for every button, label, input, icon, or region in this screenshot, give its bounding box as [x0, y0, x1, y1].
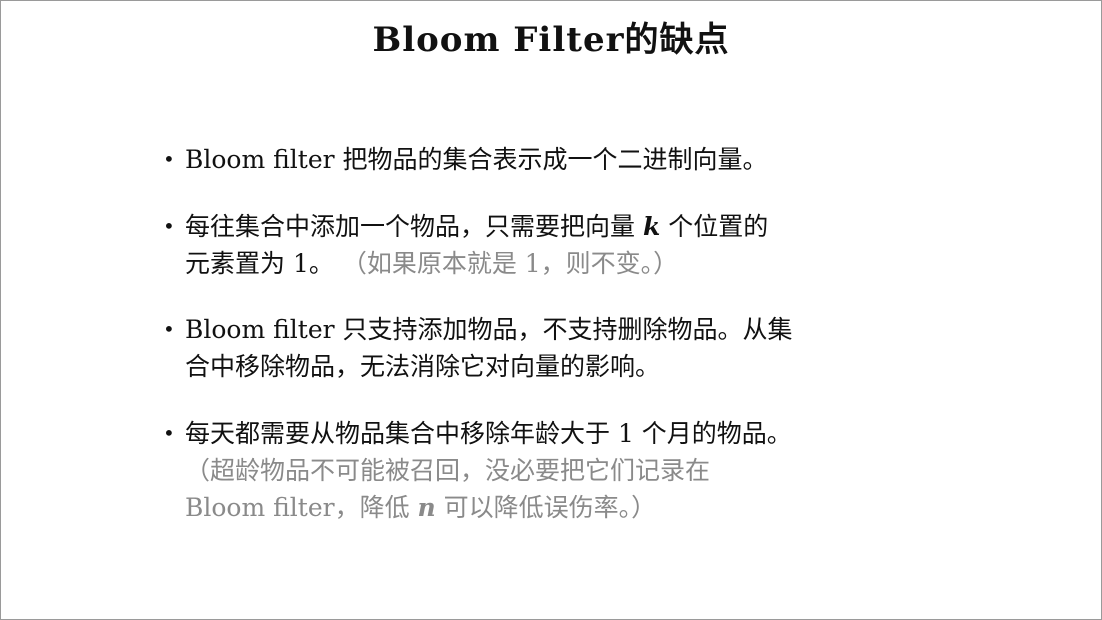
bullet-item-3: • Bloom filter 只支持添加物品，不支持删除物品。从集 合中移除物品…	[163, 311, 963, 385]
bullet-dot-icon: •	[163, 421, 175, 445]
bullet-4-note-line1: （超龄物品不可能被召回，没必要把它们记录在	[185, 456, 711, 485]
bullet-4-line1: 每天都需要从物品集合中移除年龄大于 1 个月的物品。	[185, 419, 792, 448]
bullet-3-line1: Bloom filter 只支持添加物品，不支持删除物品。从集	[185, 315, 793, 344]
bullet-dot-icon: •	[163, 147, 175, 171]
bullet-dot-icon: •	[163, 214, 175, 238]
bullet-item-4: • 每天都需要从物品集合中移除年龄大于 1 个月的物品。 （超龄物品不可能被召回…	[163, 415, 963, 526]
bullet-4-note-line2-after: 可以降低误伤率。）	[435, 493, 657, 522]
bullet-4-note-line2-before: Bloom filter，降低	[185, 493, 418, 522]
bullet-dot-icon: •	[163, 317, 175, 341]
bullet-4-var-n: n	[417, 493, 436, 522]
bullet-item-2: • 每往集合中添加一个物品，只需要把向量 k 个位置的 元素置为 1。 （如果原…	[163, 208, 963, 282]
bullet-item-1: • Bloom filter 把物品的集合表示成一个二进制向量。	[163, 141, 963, 178]
slide-title: Bloom Filter的缺点	[372, 20, 730, 60]
bullet-2-line2: 元素置为 1。	[185, 249, 334, 278]
bullet-3-line2: 合中移除物品，无法消除它对向量的影响。	[185, 352, 661, 381]
bullet-2-var-k: k	[642, 212, 661, 241]
slide: Bloom Filter的缺点 • Bloom filter 把物品的集合表示成…	[0, 0, 1102, 620]
bullet-list: • Bloom filter 把物品的集合表示成一个二进制向量。 • 每往集合中…	[163, 141, 963, 526]
bullet-1-text: Bloom filter 把物品的集合表示成一个二进制向量。	[185, 145, 768, 174]
bullet-2-text-after: 个位置的	[660, 212, 769, 241]
bullet-2-note: （如果原本就是 1，则不变。）	[341, 249, 679, 278]
bullet-2-text-before: 每往集合中添加一个物品，只需要把向量	[185, 212, 643, 241]
